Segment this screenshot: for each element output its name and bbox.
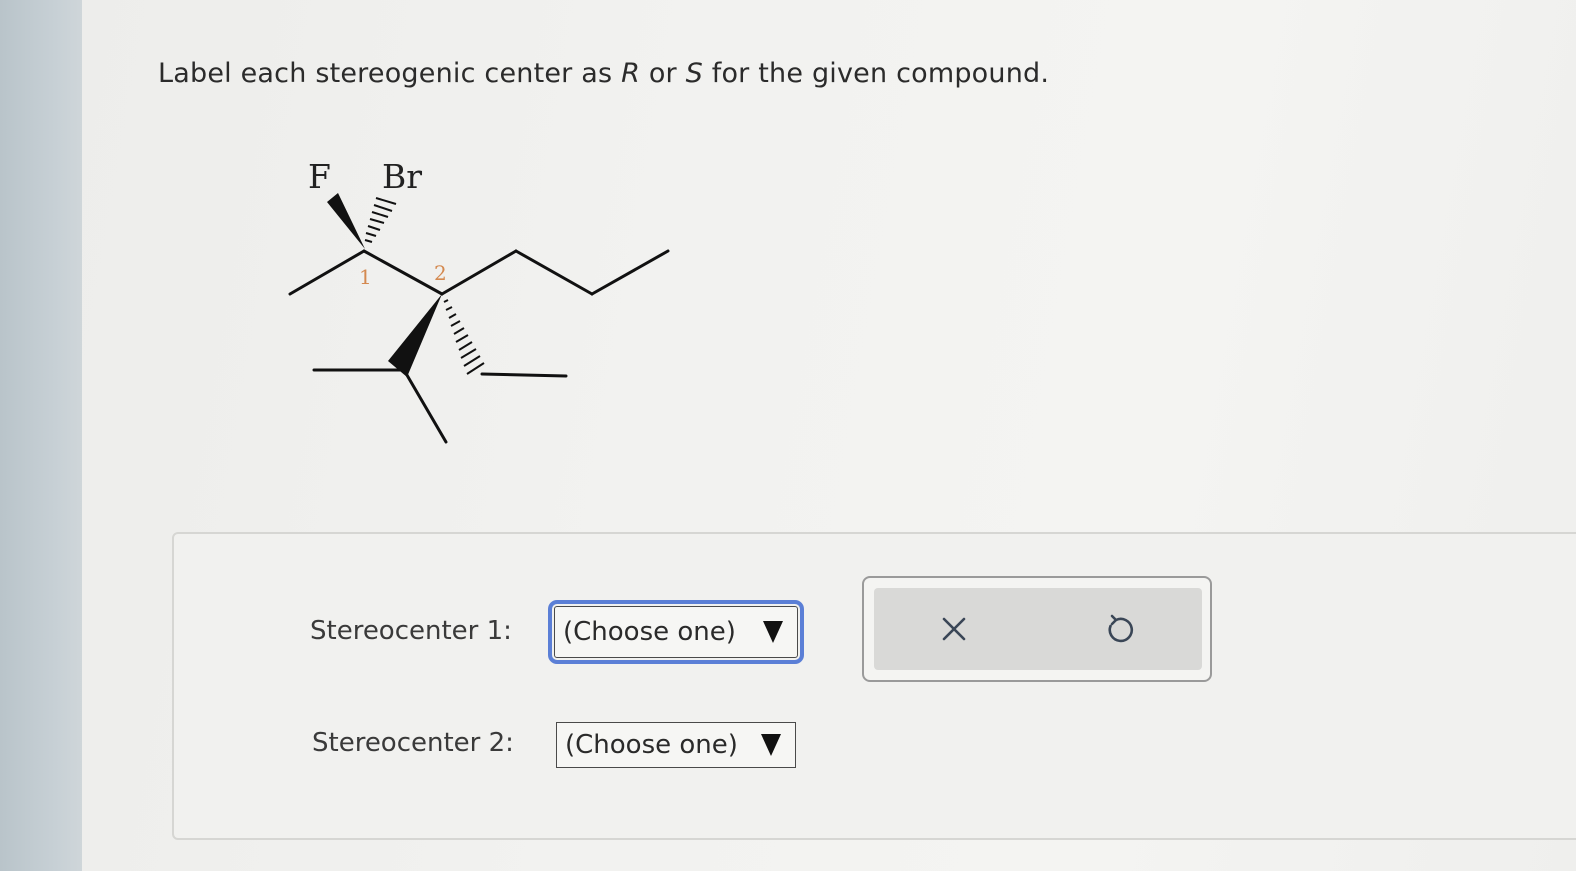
- stereocenter-2-selected: (Choose one): [565, 730, 738, 760]
- stereocenter-1-selected: (Choose one): [563, 617, 736, 647]
- stereocenter-1-label: Stereocenter 1:: [310, 616, 512, 646]
- close-icon: [942, 617, 966, 641]
- undo-icon: [1108, 614, 1134, 643]
- molecule-structure: F Br 1 2: [288, 157, 670, 444]
- action-toolbar: [862, 576, 1212, 682]
- chevron-down-icon: [763, 621, 783, 643]
- question-prompt: Label each stereogenic center as R or S …: [158, 58, 1050, 89]
- stereocenter-2-select[interactable]: (Choose one): [556, 722, 796, 768]
- chevron-down-icon: [761, 734, 781, 756]
- hash-bond-br: [364, 197, 397, 243]
- stereocenter-2-label: Stereocenter 2:: [312, 728, 514, 758]
- undo-button[interactable]: [1070, 588, 1170, 670]
- stereocenter-1-select[interactable]: (Choose one): [548, 600, 804, 664]
- background-edge: [0, 0, 92, 871]
- stereocenter-1-number: 1: [359, 265, 372, 289]
- clear-button[interactable]: [904, 588, 1004, 670]
- fluorine-label: F: [308, 157, 331, 196]
- skeleton-bonds: [288, 249, 670, 444]
- wedge-bond-isopropyl: [388, 294, 442, 377]
- stereocenter-2-number: 2: [434, 261, 447, 285]
- wedge-bond-f: [327, 193, 365, 249]
- hash-bond-ethyl: [443, 299, 485, 375]
- toolbar-background: [874, 588, 1202, 670]
- bromine-label: Br: [382, 157, 422, 196]
